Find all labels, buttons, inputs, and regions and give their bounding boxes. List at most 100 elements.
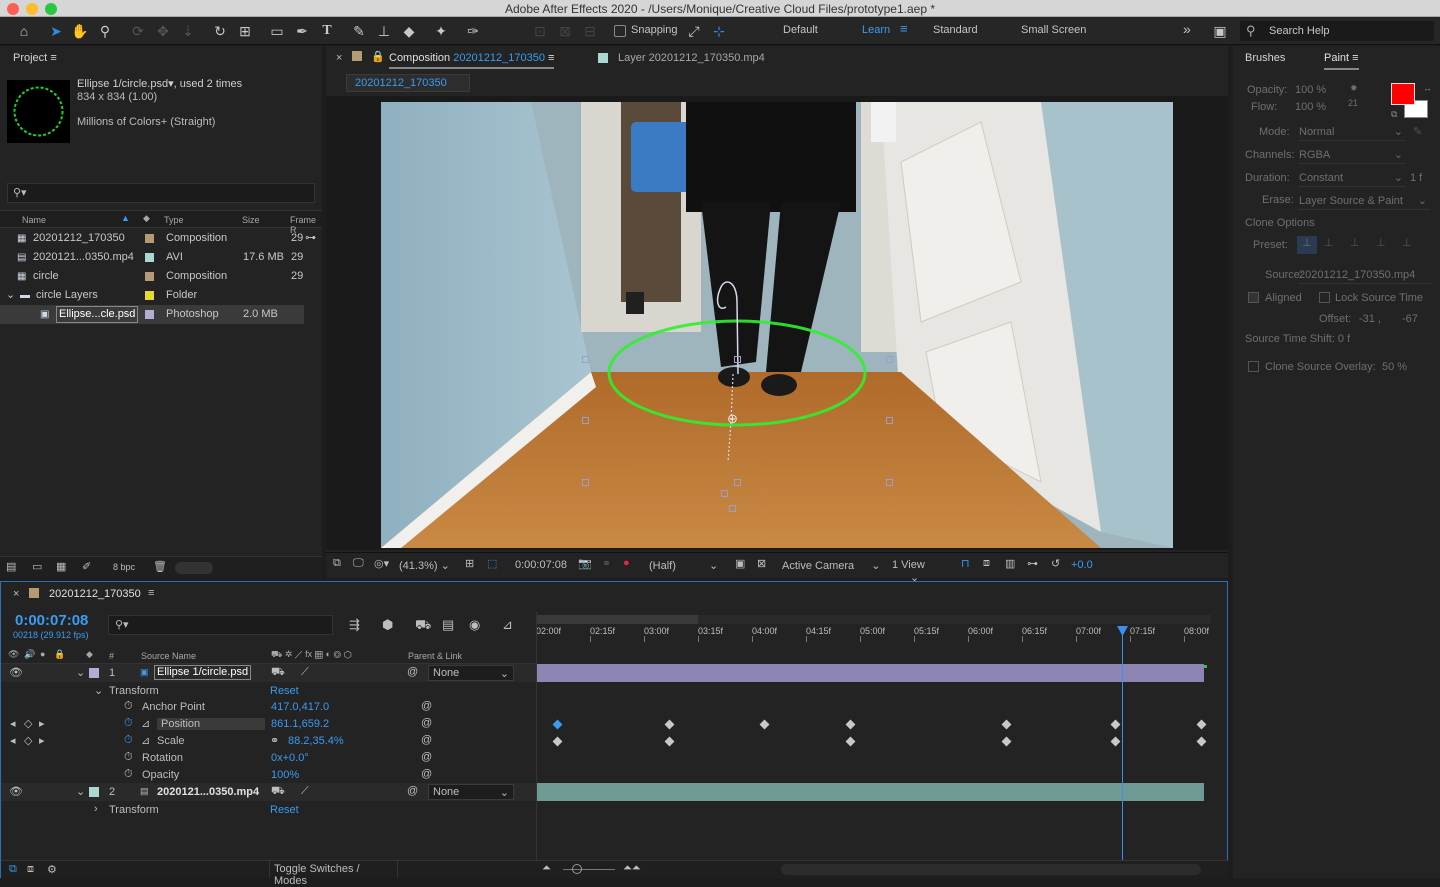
workspace-default[interactable]: Default — [783, 24, 818, 36]
zoom-in-icon[interactable]: ⏶⏶ — [623, 862, 641, 875]
clone-overlay-value[interactable]: 50 % — [1382, 361, 1407, 373]
home-icon[interactable]: ⌂ — [14, 21, 34, 41]
default-colors-icon[interactable]: ⧉ — [1391, 109, 1397, 120]
layer-row-1[interactable]: 👁 ⌄ 1 ▣ Ellipse 1/circle.psd ⛟ ⟋ @ None ⌄ — [1, 664, 536, 682]
transform-group-2[interactable]: › Transform Reset — [1, 801, 536, 818]
lock-icon[interactable]: 🔒 — [371, 50, 385, 63]
time-ruler[interactable]: 02:00f 02:15f 03:00f 03:15f 04:00f 04:15f 05:0… — [536, 612, 1216, 644]
property-value[interactable]: 88.2,35.4% — [288, 735, 344, 747]
clone-overlay-checkbox[interactable] — [1248, 361, 1259, 372]
next-keyframe-icon[interactable]: ▸ — [39, 717, 45, 730]
pickwhip-icon[interactable]: @ — [407, 666, 418, 678]
zoom-slider-track[interactable] — [563, 869, 615, 870]
constrain-proportions-icon[interactable]: ⚭ — [270, 734, 279, 747]
always-preview-icon[interactable]: ⧉ — [333, 557, 341, 570]
workspace-standard[interactable]: Standard — [933, 24, 978, 36]
comp-navigator-tab[interactable]: 20201212_170350 — [346, 74, 470, 92]
type-tool-icon[interactable]: T — [317, 21, 337, 41]
region-of-interest-icon[interactable]: ▣ — [735, 557, 745, 570]
selected-item-name[interactable]: Ellipse 1/circle.psd — [77, 78, 168, 90]
stopwatch-icon[interactable]: ⏱ — [124, 751, 133, 764]
timeline-search-input[interactable]: ⚲▾ — [108, 615, 333, 635]
render-time-icon[interactable]: ⚙ — [47, 863, 57, 876]
lock-header-icon[interactable]: 🔒 — [54, 649, 65, 660]
axis-view-icon[interactable]: ⊟ — [580, 21, 600, 41]
stopwatch-icon[interactable]: ⏱ — [124, 717, 133, 730]
video-visibility-header-icon[interactable]: 👁 — [8, 649, 19, 660]
stopwatch-icon[interactable]: ⏱ — [124, 768, 133, 781]
col-parent-link[interactable]: Parent & Link — [408, 651, 462, 661]
snapshot-camera-icon[interactable]: 📷 — [578, 557, 592, 570]
camera-dropdown[interactable]: Active Camera ⌄ — [782, 559, 882, 572]
swap-colors-icon[interactable]: ↔ — [1423, 83, 1432, 93]
motion-path-vertex[interactable] — [729, 505, 736, 512]
expand-chevron-down-icon[interactable]: ⌄ — [76, 666, 85, 679]
keyframe[interactable] — [759, 719, 770, 730]
quality-switch-icon[interactable]: ⟋ — [301, 666, 309, 679]
layer-label-color[interactable] — [89, 668, 99, 678]
eraser-tool-icon[interactable]: ◆ — [399, 21, 419, 41]
stopwatch-icon[interactable]: ⏱ — [124, 700, 133, 713]
reset-exposure-icon[interactable]: ↺ — [1051, 557, 1060, 570]
pen-tool-icon[interactable]: ✒ — [292, 21, 312, 41]
clone-preset-4-icon[interactable]: ⊥ — [1376, 236, 1386, 249]
project-item[interactable]: ⌄ ▬ circle Layers Folder — [0, 286, 304, 305]
graph-icon[interactable]: ⊿ — [141, 717, 150, 730]
property-row[interactable]: ⏱ Opacity 100% @ — [1, 767, 536, 784]
expand-chevron-right-icon[interactable]: › — [94, 803, 98, 815]
add-keyframe-icon[interactable]: ◇ — [24, 717, 32, 730]
col-type[interactable]: Type — [164, 215, 184, 225]
close-tab-icon[interactable]: × — [13, 588, 19, 600]
expression-pickwhip-icon[interactable]: @ — [421, 768, 432, 780]
col-source-name[interactable]: Source Name — [141, 651, 196, 661]
prev-keyframe-icon[interactable]: ◂ — [10, 717, 16, 730]
zoom-slider-thumb[interactable] — [572, 864, 582, 874]
project-tab[interactable]: Project ≡ — [13, 52, 57, 74]
reset-link[interactable]: Reset — [270, 804, 299, 816]
axis-local-icon[interactable]: ⊡ — [530, 21, 550, 41]
layer-2-duration-bar[interactable] — [536, 783, 1204, 801]
offset-y[interactable]: -67 — [1402, 313, 1418, 325]
label-tag-icon[interactable]: ◆ — [86, 649, 93, 660]
bounding-box-handle[interactable] — [582, 356, 589, 363]
fast-previews-icon[interactable]: ⧈ — [983, 557, 990, 570]
timeline-tab[interactable]: 20201212_170350 — [49, 588, 141, 600]
expand-chevron-down-icon[interactable]: ⌄ — [76, 785, 85, 798]
parent-dropdown[interactable]: None ⌄ — [428, 784, 514, 800]
prev-keyframe-icon[interactable]: ◂ — [10, 734, 16, 747]
bounding-box-handle[interactable] — [582, 417, 589, 424]
playhead-line[interactable] — [1122, 628, 1123, 860]
bounding-box-handle[interactable] — [582, 479, 589, 486]
timeline-icon[interactable]: ▥ — [1005, 557, 1015, 570]
project-settings-icon[interactable]: ✐ — [82, 560, 91, 573]
property-value[interactable]: 0x+0.0° — [271, 752, 309, 764]
flowchart-icon[interactable]: ⊶ — [1027, 557, 1038, 570]
panel-menu-icon[interactable]: ≡ — [148, 587, 154, 599]
channels-dropdown[interactable]: RGBA ⌄ — [1299, 146, 1405, 164]
toggle-switches-modes[interactable]: Toggle Switches / Modes — [269, 861, 398, 887]
composition-frame[interactable] — [381, 102, 1173, 548]
timeline-horizontal-scrollbar[interactable] — [781, 864, 1201, 875]
toggle-transparency-icon[interactable]: ⊠ — [757, 557, 766, 570]
motion-blur-icon[interactable]: ◉ — [469, 617, 480, 633]
thumbnail-slider[interactable] — [175, 562, 213, 574]
duration-frames[interactable]: 1 f — [1410, 172, 1422, 184]
expression-pickwhip-icon[interactable]: @ — [421, 700, 432, 712]
source-time-shift[interactable]: Source Time Shift: 0 f — [1245, 333, 1350, 345]
keyframe[interactable] — [664, 719, 675, 730]
puppet-pin-tool-icon[interactable]: ✑ — [463, 21, 483, 41]
stopwatch-icon[interactable]: ⏱ — [124, 734, 133, 747]
brushes-tab[interactable]: Brushes — [1245, 52, 1285, 74]
property-row[interactable]: ⏱ Anchor Point 417.0,417.0 @ — [1, 699, 536, 716]
col-name[interactable]: Name — [22, 215, 46, 225]
hand-tool-icon[interactable]: ✋ — [70, 21, 90, 41]
layer-1-duration-bar[interactable] — [536, 664, 1204, 682]
pan-camera-icon[interactable]: ✥ — [153, 21, 173, 41]
aligned-checkbox[interactable] — [1248, 292, 1259, 303]
layer-name[interactable]: Ellipse 1/circle.psd — [154, 665, 252, 680]
keyframe[interactable] — [1001, 736, 1012, 747]
trash-icon[interactable]: 🗑 — [153, 560, 167, 573]
composition-tab[interactable]: Composition 20201212_170350 ≡ — [389, 52, 555, 69]
layer-label-color[interactable] — [89, 787, 99, 797]
project-item-label[interactable] — [145, 253, 154, 262]
